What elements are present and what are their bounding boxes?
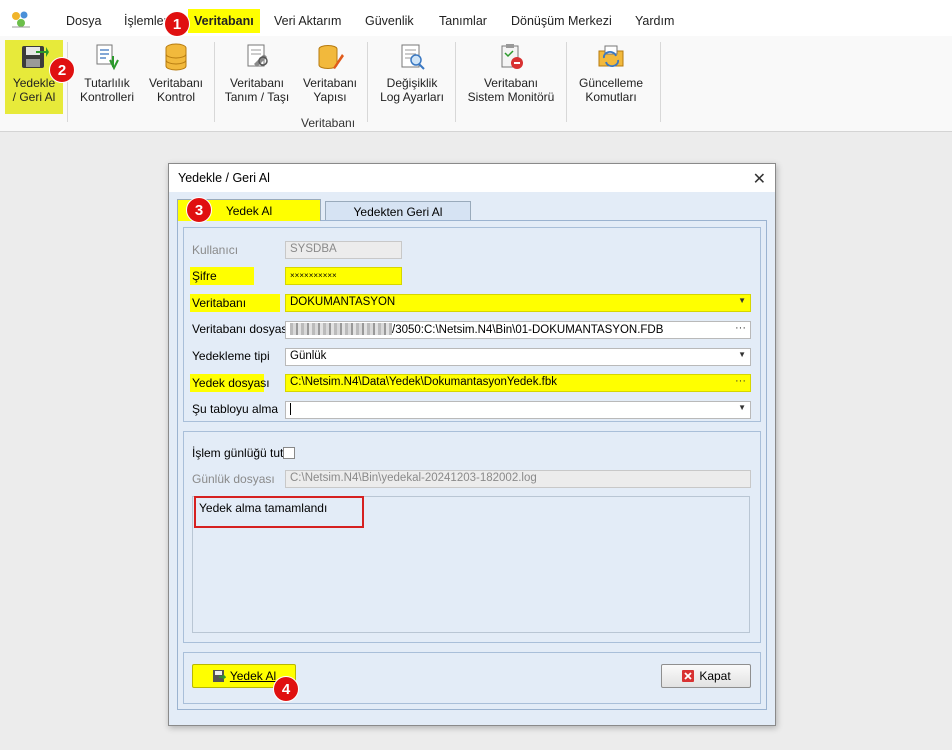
redacted-host [290,323,392,335]
menu-veritabani[interactable]: Veritabanı [188,9,260,33]
kapat-label: Kapat [699,669,731,683]
ribbon-db-definition-label-1: Veritabanı [229,76,285,90]
backup-file-value: C:\Netsim.N4\Data\Yedek\DokumantasyonYed… [290,376,557,388]
log-file-label: Günlük dosyası [192,472,275,486]
close-icon [682,670,695,682]
password-label: Şifre [190,267,254,285]
ribbon: Yedekle / Geri Al Tutarlılık Kontrolleri… [0,36,952,132]
menu-bar: Dosya İşlemler Veritabanı Veri Aktarım G… [0,0,952,36]
ribbon-db-structure-label-2: Yapısı [313,90,347,104]
step-badge-4: 4 [273,676,299,702]
database-icon [165,43,187,71]
ribbon-system-monitor-button[interactable]: Veritabanı Sistem Monitörü [463,40,559,114]
ribbon-system-monitor-label-2: Sistem Monitörü [467,90,555,104]
ribbon-db-definition-label-2: Tanım / Taşı [224,90,290,104]
tab-yedekten-geri-al[interactable]: Yedekten Geri Al [325,201,471,221]
menu-guvenlik[interactable]: Güvenlik [365,14,414,28]
backup-file-field[interactable]: C:\Netsim.N4\Data\Yedek\DokumantasyonYed… [285,374,751,392]
user-label: Kullanıcı [192,243,239,257]
kapat-button[interactable]: Kapat [661,664,751,688]
menu-dosya[interactable]: Dosya [66,14,101,28]
ribbon-db-definition-button[interactable]: Veritabanı Tanım / Taşı [222,40,292,114]
chevron-down-icon: ▼ [738,403,746,412]
app-logo-icon [12,11,30,28]
button-group: Yedek Al Kapat [183,652,761,704]
database-definition-icon [247,44,268,67]
text-caret [290,403,291,415]
skip-table-select[interactable]: ▼ [285,401,751,419]
system-monitor-icon [501,44,523,69]
log-group: İşlem günlüğü tut Günlük dosyası C:\Nets… [183,431,761,643]
ribbon-db-control-button[interactable]: Veritabanı Kontrol [146,40,206,114]
ribbon-group-label: Veritabanı [301,116,356,130]
backup-type-value: Günlük [290,350,327,362]
ribbon-db-control-label-2: Kontrol [156,90,196,104]
dialog-title-bar: Yedekle / Geri Al ✕ [169,164,775,192]
menu-islemler[interactable]: İşlemler [124,14,168,28]
db-file-label: Veritabanı dosyası [192,322,291,336]
menu-tanimlar[interactable]: Tanımlar [439,14,487,28]
log-file-value: C:\Netsim.N4\Bin\yedekal-20241203-182002… [290,472,537,484]
backup-type-label: Yedekleme tipi [192,349,270,363]
db-file-value: /3050:C:\Netsim.N4\Bin\01-DOKUMANTASYON.… [392,324,664,336]
backup-restore-dialog: Yedekle / Geri Al ✕ Yedek Al Yedekten Ge… [168,163,776,726]
backup-icon [212,670,227,682]
menu-veri-aktarim[interactable]: Veri Aktarım [274,14,341,28]
ribbon-system-monitor-label-1: Veritabanı [483,76,539,90]
ribbon-consistency-label-2: Kontrolleri [79,90,135,104]
ribbon-update-commands-label-1: Güncelleme [578,76,644,90]
yedek-al-label: Yedek Al [229,669,277,683]
database-select[interactable]: DOKUMANTASYON ▼ [285,294,751,312]
menu-donusum-merkezi[interactable]: Dönüşüm Merkezi [511,14,612,28]
ribbon-change-log-button[interactable]: Değişiklik Log Ayarları [375,40,449,114]
step-badge-1: 1 [164,11,190,37]
ribbon-change-log-label-2: Log Ayarları [380,90,444,104]
ribbon-backup-label-2: / Geri Al [12,90,56,104]
menu-yardim[interactable]: Yardım [635,14,674,28]
database-label: Veritabanı [190,294,280,312]
backup-type-select[interactable]: Günlük ▼ [285,348,751,366]
keep-log-checkbox[interactable] [283,447,295,459]
db-file-field[interactable]: /3050:C:\Netsim.N4\Bin\01-DOKUMANTASYON.… [285,321,751,339]
log-file-field: C:\Netsim.N4\Bin\yedekal-20241203-182002… [285,470,751,488]
backup-settings-group: Kullanıcı SYSDBA Şifre ×××××××××× Verita… [183,227,761,422]
chevron-down-icon: ▼ [738,296,746,305]
tab-panel: Kullanıcı SYSDBA Şifre ×××××××××× Verita… [177,220,767,710]
ribbon-consistency-button[interactable]: Tutarlılık Kontrolleri [74,40,140,114]
ribbon-db-structure-label-1: Veritabanı [302,76,358,90]
ribbon-change-log-label-1: Değişiklik [386,76,438,90]
chevron-down-icon: ▼ [738,350,746,359]
dialog-title: Yedekle / Geri Al [178,171,270,185]
user-value: SYSDBA [290,243,337,255]
browse-icon[interactable]: ··· [735,322,746,334]
ribbon-update-commands-label-2: Komutları [585,90,637,104]
backup-file-label: Yedek dosyası [190,374,270,392]
skip-table-label: Şu tabloyu alma [192,402,279,416]
close-icon[interactable]: ✕ [753,169,766,189]
backup-restore-icon [22,46,49,68]
ribbon-consistency-label-1: Tutarlılık [84,76,130,90]
user-field: SYSDBA [285,241,402,259]
password-field[interactable]: ×××××××××× [285,267,402,285]
step-badge-3: 3 [186,197,212,223]
keep-log-label: İşlem günlüğü tut [192,446,284,460]
consistency-check-icon [96,44,119,71]
change-log-icon [401,44,425,70]
database-value: DOKUMANTASYON [290,296,396,308]
browse-icon[interactable]: ··· [735,375,746,387]
ribbon-update-commands-button[interactable]: Güncelleme Komutları [574,40,648,114]
ribbon-db-control-label-1: Veritabanı [148,76,204,90]
log-message: Yedek alma tamamlandı [194,496,364,528]
update-commands-icon [598,45,624,67]
database-structure-icon [318,45,344,69]
password-value: ×××××××××× [290,271,337,280]
ribbon-db-structure-button[interactable]: Veritabanı Yapısı [299,40,361,114]
step-badge-2: 2 [49,57,75,83]
